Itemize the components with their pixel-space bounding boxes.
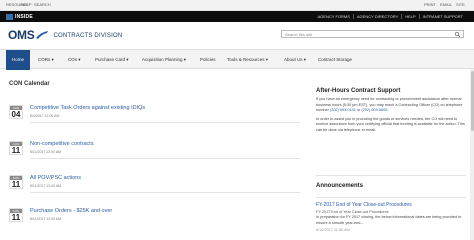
event-time: 8/11/2017 12:00 AM <box>30 184 62 188</box>
utility-item-search[interactable]: SEARCH <box>34 2 51 7</box>
divider <box>316 197 466 198</box>
event-title-link[interactable]: Purchase Orders - $25K and over <box>30 208 112 214</box>
announcement-subtitle: FY-2017 End of Year Close-out Procedures <box>316 210 389 214</box>
calendar-title: CON Calendar <box>9 81 50 87</box>
announcement-text: In preparation for FY 2017 closing, the … <box>316 215 462 225</box>
email-button[interactable]: EMAIL <box>440 2 452 7</box>
nav-cors[interactable]: CORs ▾ <box>38 50 54 70</box>
site-logo[interactable]: OMS CONTRACTS DIVISION <box>8 28 122 42</box>
link-agency-directory[interactable]: AGENCY DIRECTORY <box>352 14 401 19</box>
nav-acquisition-planning[interactable]: Acquisition Planning ▾ <box>142 50 186 70</box>
after-hours-text-part: . <box>387 108 389 113</box>
event-title-link[interactable]: Non-competitive contracts <box>30 141 94 147</box>
announcement-time: 8/10/2017 11:50 AM <box>316 228 350 233</box>
utility-item-help[interactable]: HELP <box>21 2 31 7</box>
event-time: 8/11/2017 12:00 AM <box>30 150 62 154</box>
announcement-title-link[interactable]: FY-2017 End of Year Close-out Procedures <box>316 202 466 208</box>
search-input[interactable]: Search this site <box>281 30 464 38</box>
utility-bar: RESOURCE HELP SEARCH PRINT EMAIL SITE <box>0 0 474 11</box>
event-date: AUG 11 <box>9 175 23 189</box>
link-help[interactable]: HELP <box>401 14 418 19</box>
inside-bar: INSIDE AGENCY FORMS AGENCY DIRECTORY HEL… <box>0 11 474 22</box>
nav-purchase-card[interactable]: Purchase Card ▾ <box>95 50 129 70</box>
event-time: 8/11/2017 12:00 AM <box>30 217 62 221</box>
after-hours-funding-text: In order to assist you in procuring the … <box>316 116 465 132</box>
phone-link-secondary[interactable]: (202) 603-5806 <box>361 108 387 112</box>
nav-about-us[interactable]: About Us ▾ <box>284 50 306 70</box>
divider <box>30 192 300 193</box>
event-day: 11 <box>11 213 21 222</box>
after-hours-text: If you have an emergency need for contra… <box>316 97 466 114</box>
phone-link-primary[interactable]: (202) 603-0141 <box>330 108 356 112</box>
inside-label: INSIDE <box>15 13 33 20</box>
division-title: CONTRACTS DIVISION <box>53 33 123 39</box>
after-hours-title: After-Hours Contract Support <box>316 88 401 94</box>
after-hours-panel: After-Hours Contract Support If you have… <box>316 88 466 134</box>
divider <box>30 122 300 123</box>
announcements-panel: Announcements <box>316 183 466 189</box>
event-day: 11 <box>11 146 21 155</box>
search-icon[interactable] <box>454 31 461 38</box>
pen-swoosh-icon <box>36 31 49 39</box>
search-placeholder: Search this site <box>285 32 313 37</box>
link-intranet-support[interactable]: INTRANET SUPPORT <box>418 14 466 19</box>
event-date: AUG 11 <box>9 208 23 222</box>
divider <box>316 175 466 176</box>
logo-text: OMS <box>8 28 35 42</box>
link-agency-forms[interactable]: AGENCY FORMS <box>315 14 353 19</box>
divider <box>30 158 300 159</box>
event-title-link[interactable]: Competitive Task Orders against existing… <box>30 105 145 111</box>
nav-tools-resources[interactable]: Tools & Resources ▾ <box>227 50 268 70</box>
nav-policies[interactable]: Policies <box>200 50 216 70</box>
site-button[interactable]: SITE <box>456 2 465 7</box>
nav-home[interactable]: Home <box>6 50 31 70</box>
inside-logo[interactable]: INSIDE <box>6 13 33 20</box>
print-button[interactable]: PRINT <box>424 2 436 7</box>
event-title-link[interactable]: All POV/PSC actions <box>30 175 81 181</box>
inside-logo-icon <box>6 13 13 20</box>
nav-cos[interactable]: COs ▾ <box>68 50 81 70</box>
main-nav: Home CORs ▾ COs ▾ Purchase Card ▾ Acquis… <box>0 49 474 70</box>
scrollbar-thumb[interactable] <box>470 71 474 131</box>
event-day: 04 <box>11 110 21 119</box>
announcements-title: Announcements <box>316 183 364 189</box>
event-date: AUG 11 <box>9 141 23 155</box>
announcement-item: FY-2017 End of Year Close-out Procedures… <box>316 202 466 232</box>
event-day: 11 <box>11 180 21 189</box>
scrollbar[interactable] <box>470 69 474 240</box>
nav-contract-storage[interactable]: Contract Storage <box>318 50 352 70</box>
event-time: 8/4/2017 12:00 AM <box>30 114 60 118</box>
event-date: AUG 04 <box>9 105 23 119</box>
